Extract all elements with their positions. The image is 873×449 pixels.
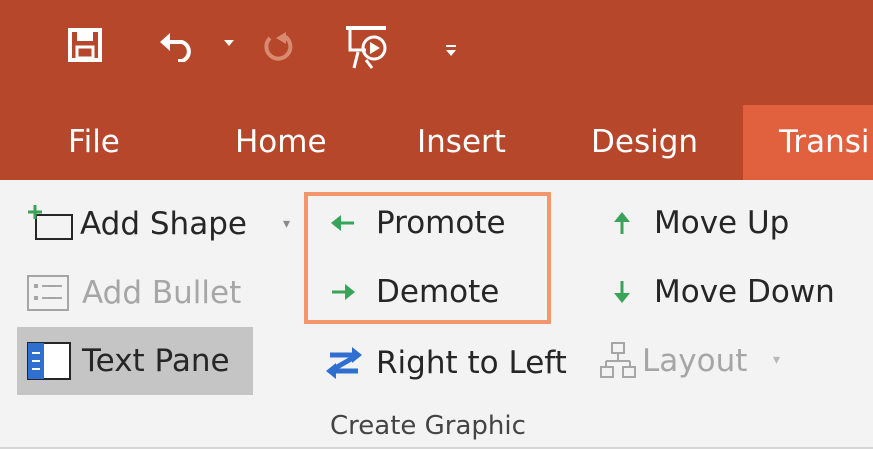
save-icon[interactable] [68, 28, 102, 62]
move-up-button[interactable]: Move Up [612, 205, 789, 241]
demote-label: Demote [376, 274, 500, 310]
tab-design[interactable]: Design [591, 105, 698, 180]
text-pane-label: Text Pane [82, 343, 230, 379]
right-to-left-label: Right to Left [376, 345, 567, 381]
arrow-down-icon [612, 280, 632, 304]
group-label-create-graphic: Create Graphic [330, 411, 526, 441]
quick-access-toolbar [0, 0, 873, 105]
demote-button[interactable]: Demote [330, 274, 499, 310]
move-down-button[interactable]: Move Down [612, 274, 835, 310]
arrow-up-icon [612, 211, 632, 235]
add-shape-button[interactable]: Add Shape [26, 205, 247, 243]
tab-insert[interactable]: Insert [417, 105, 506, 180]
move-down-label: Move Down [654, 274, 835, 310]
right-to-left-icon [322, 341, 366, 385]
undo-icon[interactable] [158, 30, 198, 62]
layout-button[interactable]: Layout [600, 341, 747, 381]
tab-file[interactable]: File [68, 105, 120, 180]
arrow-left-icon [330, 213, 356, 233]
add-shape-dropdown-icon[interactable]: ▾ [283, 216, 290, 232]
text-pane-icon [26, 341, 72, 381]
tab-transitions[interactable]: Transi [743, 105, 873, 180]
add-bullet-icon [26, 274, 72, 312]
move-up-label: Move Up [654, 205, 790, 241]
layout-label: Layout [642, 343, 748, 379]
add-bullet-label: Add Bullet [82, 275, 242, 311]
promote-button[interactable]: Promote [330, 205, 506, 241]
arrow-right-icon [330, 282, 356, 302]
customize-qat-icon[interactable] [444, 44, 458, 58]
layout-dropdown-icon[interactable]: ▾ [773, 352, 780, 368]
undo-dropdown-chevron-icon[interactable] [224, 40, 234, 48]
tab-home[interactable]: Home [235, 105, 327, 180]
add-shape-icon [26, 205, 76, 243]
promote-label: Promote [376, 205, 506, 241]
add-shape-label: Add Shape [80, 206, 247, 242]
right-to-left-button[interactable]: Right to Left [322, 341, 567, 385]
text-pane-button[interactable]: Text Pane [26, 341, 230, 381]
layout-hierarchy-icon [600, 341, 636, 381]
add-bullet-button[interactable]: Add Bullet [26, 274, 241, 312]
redo-icon [262, 30, 294, 62]
from-beginning-icon[interactable] [344, 24, 388, 70]
